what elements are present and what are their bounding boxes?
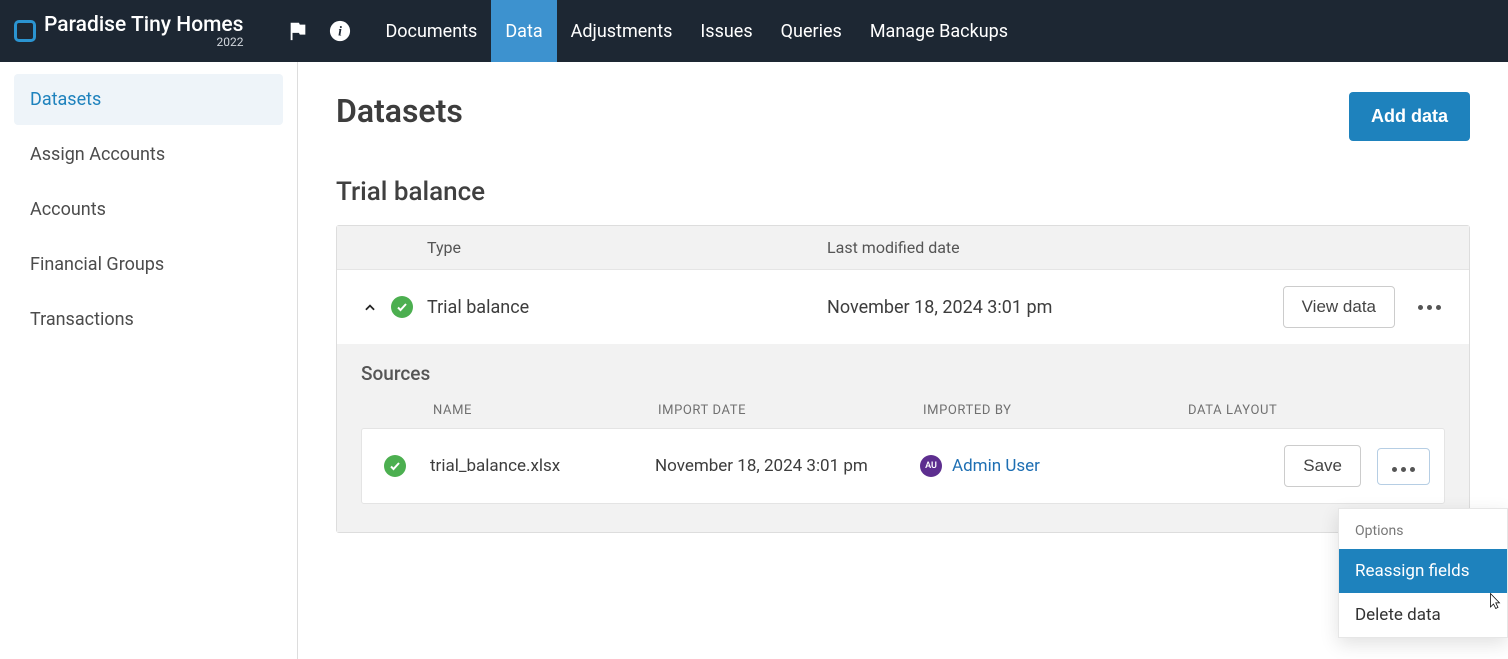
brand-text: Paradise Tiny Homes 2022 xyxy=(44,14,243,49)
section-title: Trial balance xyxy=(336,177,1470,207)
dropdown-title: Options xyxy=(1339,509,1507,549)
sources-panel: Sources NAME IMPORT DATE IMPORTED BY DAT… xyxy=(337,344,1469,532)
more-icon xyxy=(1392,467,1415,472)
status-success-icon xyxy=(384,455,406,477)
view-data-button[interactable]: View data xyxy=(1283,286,1395,328)
dataset-table: Type Last modified date Trial balance No… xyxy=(336,225,1470,533)
sources-col-imported-by: IMPORTED BY xyxy=(923,403,1188,418)
nav-tabs: Documents Data Adjustments Issues Querie… xyxy=(371,0,1022,62)
brand[interactable]: Paradise Tiny Homes 2022 xyxy=(0,14,257,49)
options-dropdown: Options Reassign fields Delete data xyxy=(1338,508,1508,638)
sidebar: Datasets Assign Accounts Accounts Financ… xyxy=(0,62,298,659)
column-type: Type xyxy=(427,238,827,257)
dropdown-item-reassign-fields[interactable]: Reassign fields xyxy=(1339,549,1507,593)
svg-text:i: i xyxy=(339,24,343,39)
sidebar-item-accounts[interactable]: Accounts xyxy=(14,184,283,235)
nav-tab-data[interactable]: Data xyxy=(491,0,556,62)
nav-tab-documents[interactable]: Documents xyxy=(371,0,491,62)
nav-tab-queries[interactable]: Queries xyxy=(767,0,856,62)
flag-icon[interactable] xyxy=(287,20,309,42)
main-content: Datasets Add data Trial balance Type Las… xyxy=(298,62,1508,659)
brand-title: Paradise Tiny Homes xyxy=(44,14,243,36)
avatar: AU xyxy=(920,455,942,477)
sources-col-name: NAME xyxy=(433,403,658,418)
sources-title: Sources xyxy=(361,362,1445,385)
top-nav: Paradise Tiny Homes 2022 i Documents Dat… xyxy=(0,0,1508,62)
add-data-button[interactable]: Add data xyxy=(1349,92,1470,141)
sidebar-item-assign-accounts[interactable]: Assign Accounts xyxy=(14,129,283,180)
save-button[interactable]: Save xyxy=(1284,445,1361,487)
status-success-icon xyxy=(391,296,413,318)
nav-tab-manage-backups[interactable]: Manage Backups xyxy=(856,0,1022,62)
sources-header: NAME IMPORT DATE IMPORTED BY DATA LAYOUT xyxy=(361,397,1445,428)
row-date: November 18, 2024 3:01 pm xyxy=(827,297,1249,318)
info-icon[interactable]: i xyxy=(329,20,351,42)
row-type: Trial balance xyxy=(427,297,827,318)
more-icon xyxy=(1418,305,1441,310)
page-header: Datasets Add data xyxy=(336,92,1470,141)
brand-logo-icon xyxy=(14,20,36,42)
sources-col-data-layout: DATA LAYOUT xyxy=(1188,403,1445,418)
sidebar-item-datasets[interactable]: Datasets xyxy=(14,74,283,125)
source-import-date: November 18, 2024 3:01 pm xyxy=(655,456,920,476)
brand-year: 2022 xyxy=(216,36,243,49)
dropdown-item-delete-data[interactable]: Delete data xyxy=(1339,593,1507,637)
source-more-button[interactable] xyxy=(1377,448,1430,485)
source-name: trial_balance.xlsx xyxy=(430,456,655,476)
imported-by-user[interactable]: Admin User xyxy=(952,456,1040,476)
chevron-up-icon[interactable] xyxy=(363,300,377,314)
sidebar-item-financial-groups[interactable]: Financial Groups xyxy=(14,239,283,290)
sidebar-item-transactions[interactable]: Transactions xyxy=(14,294,283,345)
row-more-button[interactable] xyxy=(1413,291,1445,323)
table-header: Type Last modified date xyxy=(337,226,1469,270)
source-row: trial_balance.xlsx November 18, 2024 3:0… xyxy=(361,428,1445,504)
nav-icons: i xyxy=(257,20,371,42)
nav-tab-issues[interactable]: Issues xyxy=(686,0,766,62)
sources-col-import-date: IMPORT DATE xyxy=(658,403,923,418)
page-title: Datasets xyxy=(336,92,463,130)
column-date: Last modified date xyxy=(827,238,1249,257)
table-row: Trial balance November 18, 2024 3:01 pm … xyxy=(337,270,1469,344)
nav-tab-adjustments[interactable]: Adjustments xyxy=(557,0,687,62)
